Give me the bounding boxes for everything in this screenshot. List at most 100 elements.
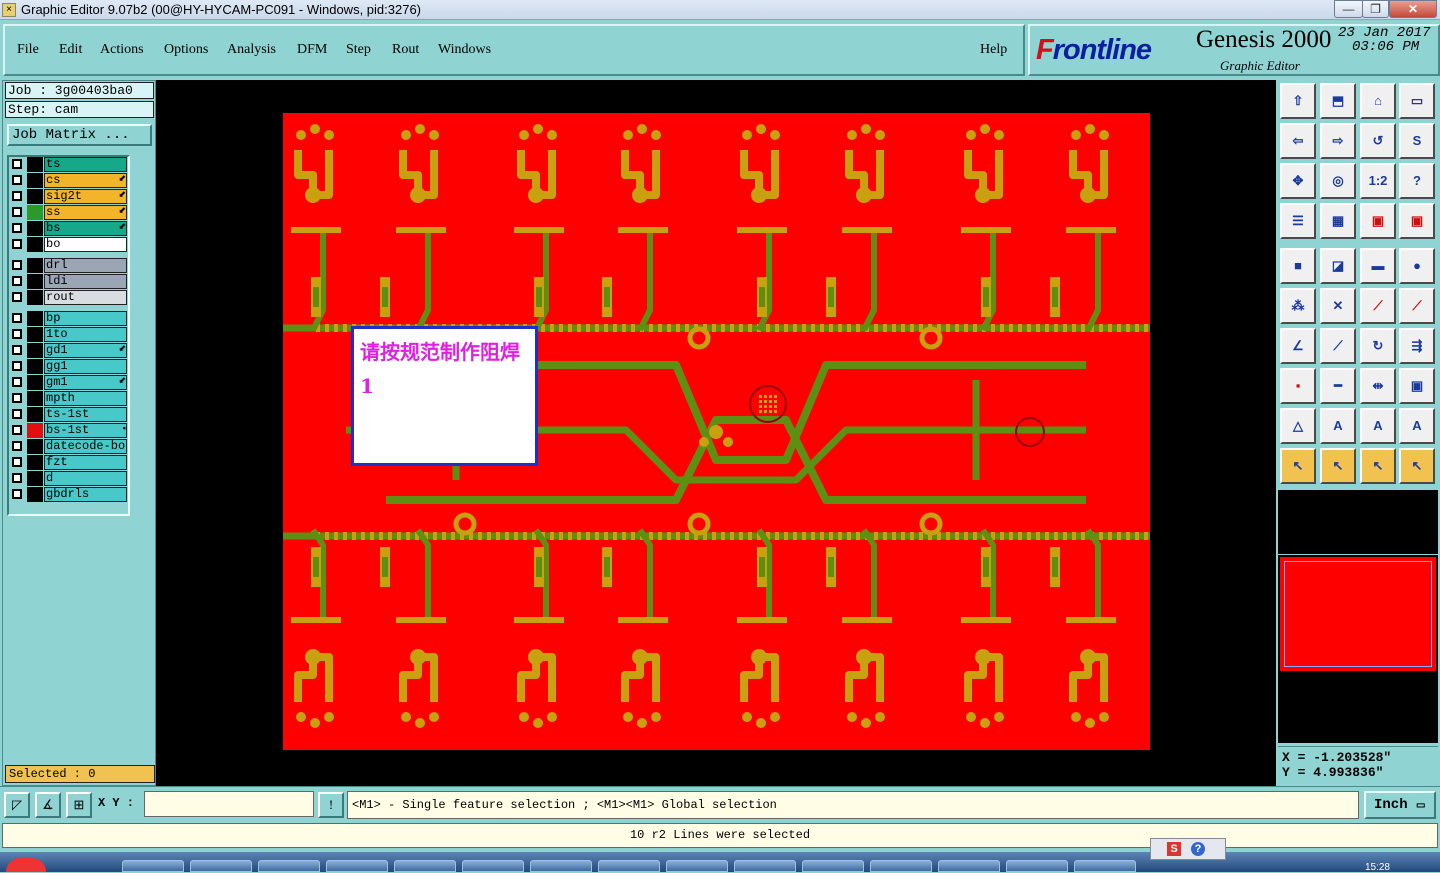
menu-edit[interactable]: Edit <box>59 42 82 58</box>
layer-checkbox[interactable] <box>12 473 22 483</box>
layer-name[interactable]: datecode-bo <box>44 439 127 454</box>
layer-checkbox[interactable] <box>12 313 22 323</box>
tool-button-icon[interactable]: ⇶ <box>1399 328 1435 364</box>
layer-color-swatch[interactable] <box>27 439 43 454</box>
layer-checkbox[interactable] <box>12 441 22 451</box>
maximize-button[interactable]: ❐ <box>1362 0 1389 18</box>
task-13[interactable] <box>938 860 1000 872</box>
tool-button-icon[interactable]: ⟋ <box>1320 328 1356 364</box>
tool-button-icon[interactable]: ⇧ <box>1280 83 1316 119</box>
tool-button-icon[interactable]: ■ <box>1280 248 1316 284</box>
layer-color-swatch[interactable] <box>27 189 43 204</box>
layer-checkbox[interactable] <box>12 425 22 435</box>
task-2[interactable] <box>190 860 252 872</box>
layer-checkbox[interactable] <box>12 345 22 355</box>
menu-actions[interactable]: Actions <box>100 42 144 58</box>
tool-button-icon[interactable]: ↖ <box>1399 448 1435 484</box>
minimize-button[interactable]: — <box>1334 0 1363 18</box>
tool-button-icon[interactable]: ▦ <box>1320 203 1356 239</box>
layer-row[interactable]: gg1 <box>9 359 128 374</box>
start-button[interactable] <box>6 858 46 872</box>
layer-row[interactable]: bo <box>9 237 128 252</box>
exclamation-button[interactable]: ! <box>318 792 344 818</box>
tool-button-icon[interactable]: ↖ <box>1280 448 1316 484</box>
task-11[interactable] <box>802 860 864 872</box>
layer-checkbox[interactable] <box>12 223 22 233</box>
tool-button-icon[interactable]: ━ <box>1320 368 1356 404</box>
layer-checkbox[interactable] <box>12 175 22 185</box>
layer-name[interactable]: gbdrls <box>44 487 127 502</box>
layer-row[interactable]: bs-1st ▪ <box>9 423 128 438</box>
layer-color-swatch[interactable] <box>27 205 43 220</box>
layer-name[interactable]: bs-1st <box>44 423 127 438</box>
layer-color-swatch[interactable] <box>27 274 43 289</box>
menu-windows[interactable]: Windows <box>438 42 491 58</box>
task-7[interactable] <box>530 860 592 872</box>
tool-button-icon[interactable]: ∠ <box>1280 328 1316 364</box>
layer-row[interactable]: gm1 ⬋ <box>9 375 128 390</box>
graphics-canvas[interactable]: 请按规范制作阻焊1 <box>156 80 1276 786</box>
tool-button-icon[interactable]: ? <box>1399 163 1435 199</box>
layer-color-swatch[interactable] <box>27 359 43 374</box>
layer-color-swatch[interactable] <box>27 391 43 406</box>
layer-checkbox[interactable] <box>12 393 22 403</box>
tool-button-icon[interactable]: ▪ <box>1280 368 1316 404</box>
layer-name[interactable]: ts-1st <box>44 407 127 422</box>
unit-select[interactable]: Inch ▭ <box>1364 791 1436 819</box>
layer-row[interactable]: mpth <box>9 391 128 406</box>
layer-color-swatch[interactable] <box>27 327 43 342</box>
layer-name[interactable]: drl <box>44 258 127 273</box>
task-10[interactable] <box>734 860 796 872</box>
menu-file[interactable]: File <box>17 42 39 58</box>
tool-button-icon[interactable]: ⟋ <box>1360 288 1396 324</box>
layer-checkbox[interactable] <box>12 276 22 286</box>
tool-button-icon[interactable]: ▭ <box>1399 83 1435 119</box>
layer-checkbox[interactable] <box>12 159 22 169</box>
task-4[interactable] <box>326 860 388 872</box>
tool-button-icon[interactable]: ↖ <box>1360 448 1396 484</box>
task-14[interactable] <box>1006 860 1068 872</box>
tool-button-icon[interactable]: ☰ <box>1280 203 1316 239</box>
layer-color-swatch[interactable] <box>27 290 43 305</box>
tool-button-icon[interactable]: ✕ <box>1320 288 1356 324</box>
overview-map[interactable] <box>1278 555 1438 673</box>
layer-checkbox[interactable] <box>12 329 22 339</box>
tool-button-icon[interactable]: ✥ <box>1280 163 1316 199</box>
layer-color-swatch[interactable] <box>27 471 43 486</box>
layer-color-swatch[interactable] <box>27 157 43 172</box>
layer-color-swatch[interactable] <box>27 487 43 502</box>
layer-row[interactable]: gbdrls <box>9 487 128 502</box>
layer-color-swatch[interactable] <box>27 173 43 188</box>
layer-checkbox[interactable] <box>12 260 22 270</box>
task-9[interactable] <box>666 860 728 872</box>
job-matrix-button[interactable]: Job Matrix ... <box>7 124 152 146</box>
layer-row[interactable]: 1to <box>9 327 128 342</box>
menu-options[interactable]: Options <box>164 42 208 58</box>
layer-color-swatch[interactable] <box>27 237 43 252</box>
tool-button-icon[interactable]: ⟋ <box>1399 288 1435 324</box>
tool-button-icon[interactable]: ◪ <box>1320 248 1356 284</box>
tool-button-icon[interactable]: ▣ <box>1360 203 1396 239</box>
layer-row[interactable]: sig2t ⬋ <box>9 189 128 204</box>
menu-step[interactable]: Step <box>346 42 371 58</box>
layer-color-swatch[interactable] <box>27 343 43 358</box>
tool-button-icon[interactable]: ⇦ <box>1280 123 1316 159</box>
layer-color-swatch[interactable] <box>27 455 43 470</box>
layer-checkbox[interactable] <box>12 207 22 217</box>
tool-button-icon[interactable]: ▣ <box>1399 203 1435 239</box>
tool-button-icon[interactable]: ⁂ <box>1280 288 1316 324</box>
layer-name[interactable]: ss <box>44 205 127 220</box>
tool-button-icon[interactable]: ⬒ <box>1320 83 1356 119</box>
layer-checkbox[interactable] <box>12 409 22 419</box>
menu-help[interactable]: Help <box>980 42 1007 58</box>
angle-icon[interactable]: ∡ <box>35 792 61 818</box>
layer-row[interactable]: ts-1st <box>9 407 128 422</box>
layer-color-swatch[interactable] <box>27 221 43 236</box>
tool-button-icon[interactable]: 1:2 <box>1360 163 1396 199</box>
menu-dfm[interactable]: DFM <box>297 42 327 58</box>
layer-name[interactable]: 1to <box>44 327 127 342</box>
layer-color-swatch[interactable] <box>27 375 43 390</box>
task-15[interactable] <box>1074 860 1136 872</box>
layer-name[interactable]: sig2t <box>44 189 127 204</box>
layer-name[interactable]: rout <box>44 290 127 305</box>
